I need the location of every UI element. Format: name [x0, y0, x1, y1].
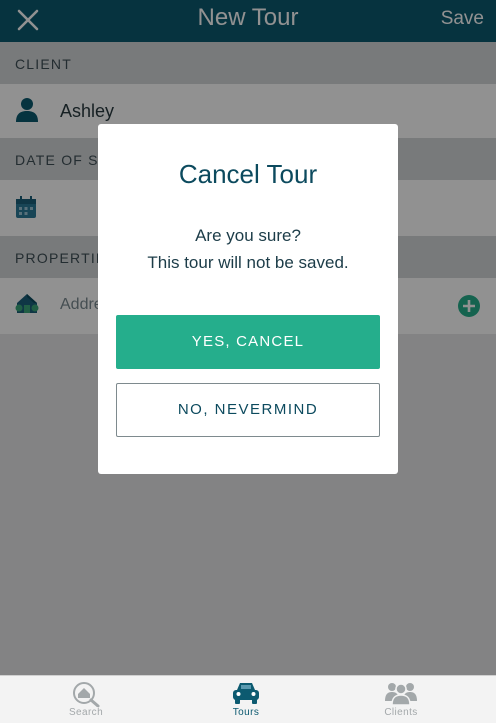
tab-clients[interactable]: Clients	[351, 676, 451, 723]
cancel-tour-dialog: Cancel Tour Are you sure? This tour will…	[98, 124, 398, 474]
car-icon	[233, 683, 259, 704]
no-nevermind-button[interactable]: NO, NEVERMIND	[116, 383, 380, 437]
dialog-message-line1: Are you sure?	[195, 226, 301, 245]
yes-cancel-button[interactable]: YES, CANCEL	[116, 315, 380, 369]
tab-bar: Search Tours Clients	[0, 675, 496, 723]
people-icon	[385, 683, 417, 705]
tab-search[interactable]: Search	[36, 676, 136, 723]
dialog-title: Cancel Tour	[178, 159, 318, 189]
tab-search-label: Search	[68, 707, 104, 718]
search-house-icon	[73, 682, 100, 707]
tab-clients-label: Clients	[384, 707, 418, 718]
tab-tours[interactable]: Tours	[196, 676, 296, 723]
dialog-message-line2: This tour will not be saved.	[147, 253, 349, 272]
tab-tours-label: Tours	[232, 707, 260, 718]
